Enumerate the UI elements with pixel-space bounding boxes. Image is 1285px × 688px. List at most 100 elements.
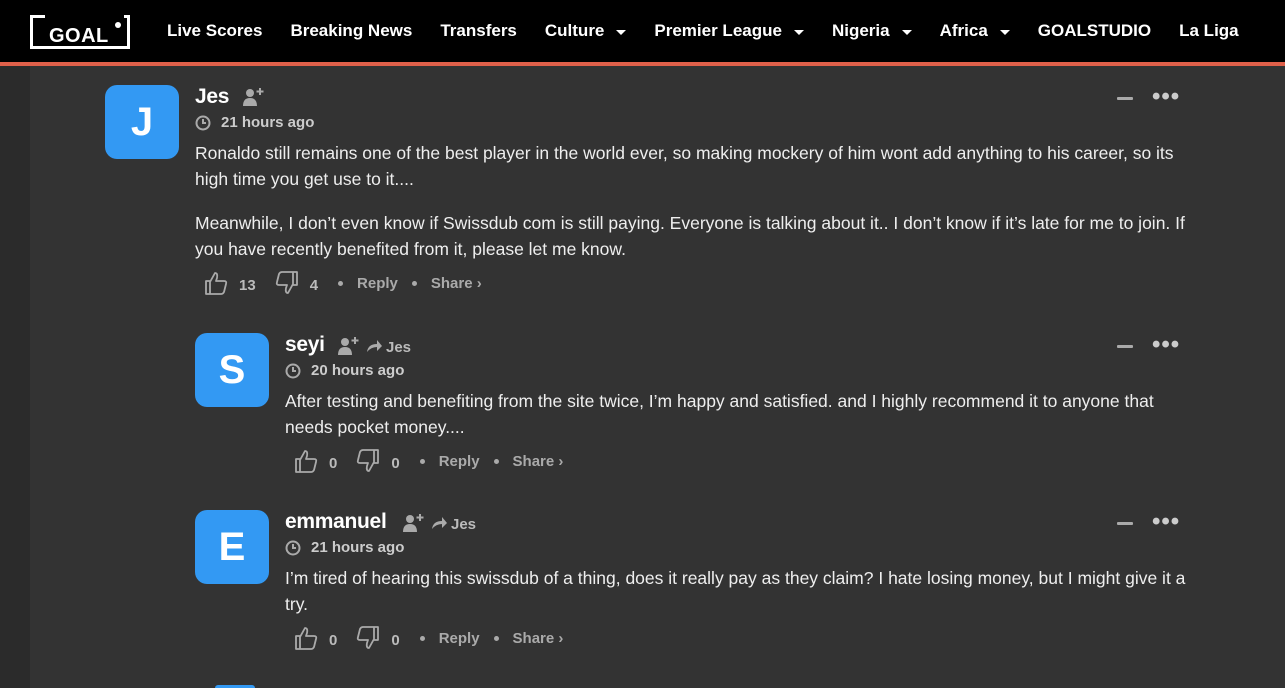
comment-paragraph: After testing and benefiting from the si… xyxy=(285,391,1154,437)
time-text: 21 hours ago xyxy=(311,539,405,556)
follow-user-icon[interactable] xyxy=(242,86,266,108)
separator-dot xyxy=(411,280,417,286)
downvote-count: 0 xyxy=(391,454,400,472)
nav-item-premier-league[interactable]: Premier League xyxy=(654,21,804,41)
share-link[interactable]: Share › xyxy=(513,453,564,470)
upvote-button[interactable]: 0 xyxy=(293,625,337,651)
time-text: 20 hours ago xyxy=(311,362,405,379)
top-navigation-bar: GOAL Live Scores Breaking News Transfers… xyxy=(0,0,1285,66)
thumbs-down-icon xyxy=(357,626,380,649)
avatar-initial: J xyxy=(130,99,154,144)
nav-label: Africa xyxy=(939,21,988,40)
comment-actions: 0 0 Reply Share › xyxy=(293,448,563,474)
nav-item-africa[interactable]: Africa xyxy=(940,21,1010,41)
thumbs-down-icon xyxy=(357,449,380,472)
logo-text: GOAL xyxy=(49,25,109,47)
separator-dot xyxy=(419,635,425,641)
more-options-icon[interactable]: ••• xyxy=(1152,85,1180,109)
follow-user-icon[interactable] xyxy=(337,335,361,357)
nav-label: Transfers xyxy=(440,21,517,40)
comment-timestamp: 21 hours ago xyxy=(285,539,404,556)
clock-icon xyxy=(195,115,211,130)
reply-link[interactable]: Reply xyxy=(439,630,480,647)
thumbs-down-icon xyxy=(275,271,298,294)
nav-item-goalstudio[interactable]: GOALSTUDIO xyxy=(1038,21,1151,41)
goal-logo[interactable]: GOAL xyxy=(30,15,130,49)
downvote-button[interactable]: 4 xyxy=(274,270,318,296)
comment-paragraph: Meanwhile, I don’t even know if Swissdub… xyxy=(195,213,1185,259)
nav-label: La Liga xyxy=(1179,21,1239,40)
nav-item-live-scores[interactable]: Live Scores xyxy=(167,21,262,41)
thumbs-up-icon xyxy=(295,450,318,473)
comment-body: Ronaldo still remains one of the best pl… xyxy=(195,140,1205,262)
nav-label: Culture xyxy=(544,21,605,40)
reply-to-author[interactable]: Jes xyxy=(386,339,411,356)
share-link[interactable]: Share › xyxy=(431,275,482,292)
comment: J Jes 21 hours ago ••• Ronaldo still rem… xyxy=(30,66,1285,306)
upvote-button[interactable]: 13 xyxy=(203,270,256,296)
thumbs-up-icon xyxy=(295,627,318,650)
thumbs-up-icon xyxy=(205,272,228,295)
more-options-icon[interactable]: ••• xyxy=(1152,510,1180,534)
reply-to-author[interactable]: Jes xyxy=(451,516,476,533)
chevron-down-icon xyxy=(616,29,627,35)
nav-item-nigeria[interactable]: Nigeria xyxy=(832,21,912,41)
upvote-button[interactable]: 0 xyxy=(293,448,337,474)
comment-author[interactable]: emmanuel xyxy=(285,510,387,534)
more-options-icon[interactable]: ••• xyxy=(1152,333,1180,357)
downvote-count: 4 xyxy=(309,276,319,294)
nav-item-breaking-news[interactable]: Breaking News xyxy=(290,21,412,41)
avatar[interactable]: S xyxy=(195,333,269,407)
comment-paragraph: I’m tired of hearing this swissdub of a … xyxy=(285,568,1186,614)
chevron-down-icon xyxy=(999,29,1010,35)
nav-menu: Live Scores Breaking News Transfers Cult… xyxy=(167,0,1267,62)
separator-dot xyxy=(419,458,425,464)
nav-item-culture[interactable]: Culture xyxy=(545,21,627,41)
comment-paragraph: Ronaldo still remains one of the best pl… xyxy=(195,143,1174,189)
collapse-icon[interactable] xyxy=(1117,522,1133,525)
upvote-count: 13 xyxy=(239,276,256,294)
collapse-icon[interactable] xyxy=(1117,97,1133,100)
downvote-button[interactable]: 0 xyxy=(355,625,400,651)
comment-body: After testing and benefiting from the si… xyxy=(285,388,1205,440)
upvote-count: 0 xyxy=(329,631,338,649)
avatar[interactable]: E xyxy=(195,510,269,584)
comment-reply: S seyi Jes 20 hours ago ••• After testin… xyxy=(30,316,1285,486)
nav-label: Nigeria xyxy=(831,21,890,40)
separator-dot xyxy=(338,280,344,286)
separator-dot xyxy=(493,458,499,464)
comment-timestamp: 21 hours ago xyxy=(195,114,314,131)
avatar[interactable]: J xyxy=(105,85,179,159)
comment-actions: 0 0 Reply Share › xyxy=(293,625,563,651)
reply-link[interactable]: Reply xyxy=(439,453,480,470)
comment-author[interactable]: seyi xyxy=(285,333,325,357)
avatar-initial: E xyxy=(218,524,246,569)
upvote-count: 0 xyxy=(329,454,338,472)
comments-panel: J Jes 21 hours ago ••• Ronaldo still rem… xyxy=(30,66,1285,688)
comment-timestamp: 20 hours ago xyxy=(285,362,404,379)
avatar-initial: S xyxy=(218,347,246,392)
share-link[interactable]: Share › xyxy=(513,630,564,647)
clock-icon xyxy=(285,363,301,378)
nav-item-transfers[interactable]: Transfers xyxy=(440,21,517,41)
follow-user-icon[interactable] xyxy=(402,512,426,534)
nav-item-la-liga[interactable]: La Liga xyxy=(1179,21,1239,41)
nav-label: Premier League xyxy=(654,21,782,40)
collapse-icon[interactable] xyxy=(1117,345,1133,348)
nav-label: GOALSTUDIO xyxy=(1037,21,1152,40)
reply-arrow-icon xyxy=(367,340,382,352)
separator-dot xyxy=(493,635,499,641)
clock-icon xyxy=(285,540,301,555)
time-text: 21 hours ago xyxy=(221,114,315,131)
nav-label: Breaking News xyxy=(290,21,413,40)
comment-reply: E emmanuel Jes 21 hours ago ••• I’m tire… xyxy=(30,493,1285,688)
nav-label: Live Scores xyxy=(167,21,263,40)
chevron-down-icon xyxy=(901,29,912,35)
comment-body: I’m tired of hearing this swissdub of a … xyxy=(285,565,1205,617)
comment-actions: 13 4 Reply Share › xyxy=(203,270,482,296)
reply-link[interactable]: Reply xyxy=(357,275,398,292)
downvote-button[interactable]: 0 xyxy=(355,448,400,474)
comment-author[interactable]: Jes xyxy=(195,85,229,109)
downvote-count: 0 xyxy=(391,631,400,649)
reply-arrow-icon xyxy=(432,517,447,529)
